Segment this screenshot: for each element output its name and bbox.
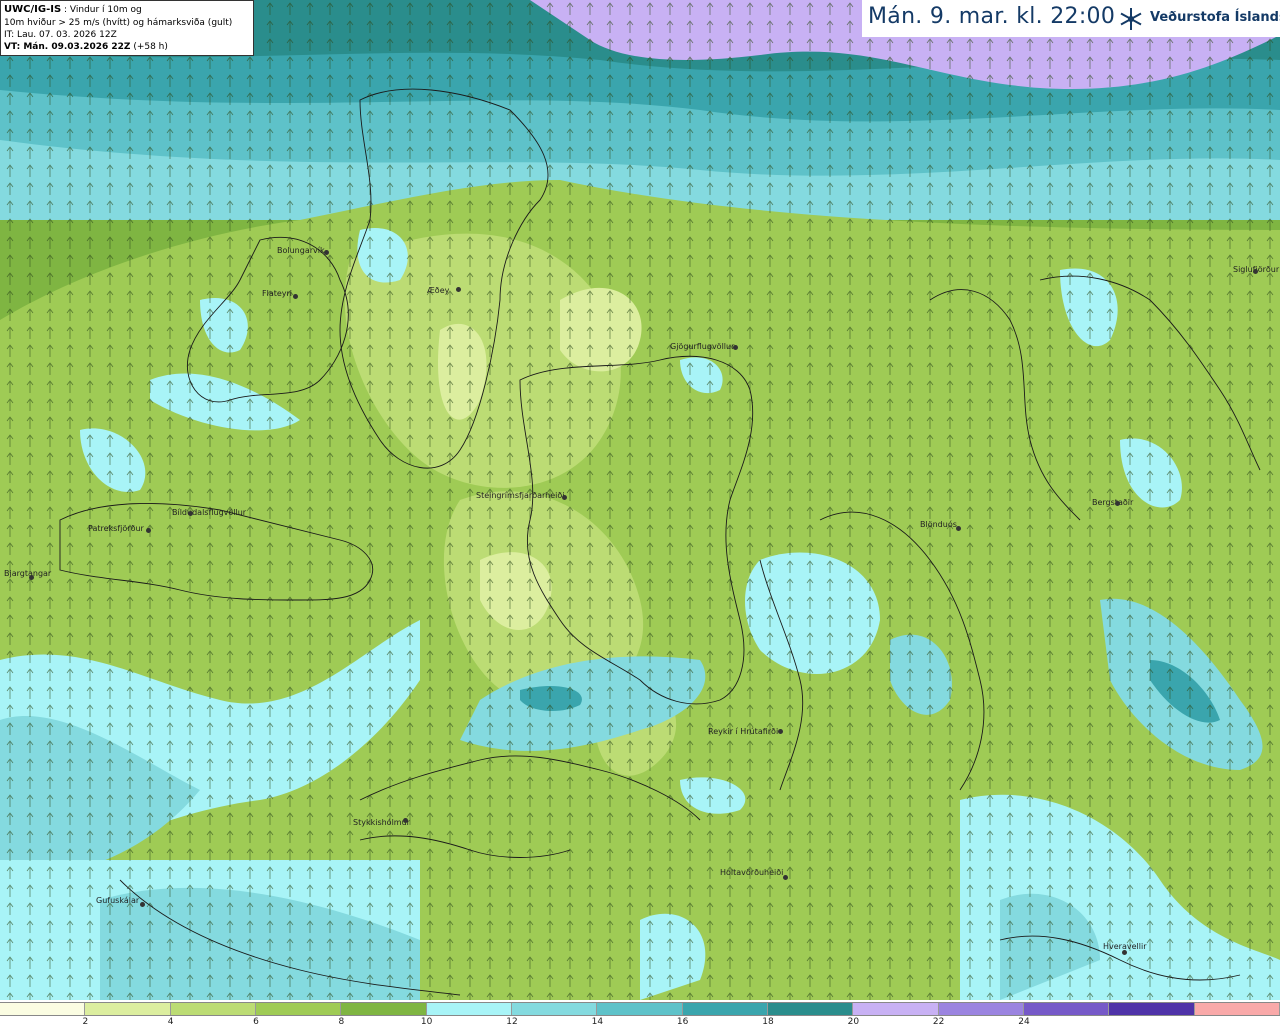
legend-swatch — [767, 1003, 854, 1015]
legend-swatch — [597, 1003, 683, 1015]
valid-time-label: VT: Mán. 09.03.2026 22Z — [4, 42, 131, 52]
place-marker — [403, 818, 408, 823]
legend-tick: 2 — [82, 1017, 89, 1027]
place-label: Stykkishólmur — [353, 818, 410, 827]
legend-swatch — [682, 1003, 768, 1015]
legend-tick: 8 — [338, 1017, 345, 1027]
place-label: Blönduós — [920, 520, 957, 529]
model-description: : Vindur í 10m og — [61, 5, 142, 15]
place-label: Steingrímsfjarðarheiði — [476, 491, 565, 500]
place-label: Patreksfjörður — [88, 524, 144, 533]
place-marker — [562, 495, 567, 500]
place-marker — [29, 575, 34, 580]
legend-swatch — [938, 1003, 1024, 1015]
legend-tick: 22 — [932, 1017, 945, 1027]
valid-time-line: VT: Mán. 09.03.2026 22Z (+58 h) — [4, 41, 250, 53]
map-title-box: Mán. 9. mar. kl. 22:00 Veðurstofa Ísland… — [862, 0, 1280, 37]
info-description-line: 10m hviður > 25 m/s (hvítt) og hámarksvi… — [4, 18, 233, 28]
place-label: Æðey — [427, 286, 450, 295]
place-label: Bíldudalsflugvöllur — [172, 508, 247, 517]
place-label: Bergstaðir — [1092, 498, 1134, 507]
initial-time-line: IT: Lau. 07. 03. 2026 12Z — [4, 30, 117, 40]
legend-tick-labels: 2 4 6 8 10 12 14 16 18 20 22 24 — [0, 1017, 1280, 1029]
valid-time-title: Mán. 9. mar. kl. 22:00 — [868, 4, 1116, 29]
place-label: Gjögurflugvöllur — [670, 342, 735, 351]
legend-swatch — [1194, 1003, 1280, 1015]
info-model-line: UWC/IG-IS : Vindur í 10m og — [4, 3, 250, 17]
valid-time-offset: (+58 h) — [130, 42, 168, 52]
legend-tick: 14 — [591, 1017, 604, 1027]
place-marker — [783, 875, 788, 880]
place-label: Bjargtangar — [4, 569, 52, 578]
legend-swatch — [170, 1003, 256, 1015]
place-marker — [146, 528, 151, 533]
place-marker — [188, 511, 193, 516]
place-marker — [293, 294, 298, 299]
legend-swatch — [1109, 1003, 1195, 1015]
forecast-info-box: UWC/IG-IS : Vindur í 10m og 10m hviður >… — [0, 0, 254, 56]
vedurstofa-logo: Veðurstofa Íslands — [1118, 6, 1280, 32]
place-marker — [733, 345, 738, 350]
legend-color-bar — [0, 1002, 1280, 1016]
place-label: Gufuskálar — [96, 896, 140, 905]
place-marker — [956, 526, 961, 531]
legend-swatch — [426, 1003, 512, 1015]
legend-swatch — [1023, 1003, 1110, 1015]
legend-tick: 4 — [167, 1017, 174, 1027]
legend-tick: 20 — [847, 1017, 860, 1027]
legend-tick: 16 — [676, 1017, 689, 1027]
place-label: Holtavörðuheiði — [720, 868, 784, 877]
legend-tick: 24 — [1018, 1017, 1030, 1027]
legend-tick: 6 — [253, 1017, 259, 1027]
model-name: UWC/IG-IS — [4, 4, 62, 15]
legend-swatch — [0, 1003, 86, 1015]
legend-swatch — [85, 1003, 171, 1015]
legend-tick: 10 — [420, 1017, 433, 1027]
snowflake-icon — [1120, 8, 1142, 30]
legend-swatch — [853, 1003, 939, 1015]
legend-tick: 12 — [506, 1017, 518, 1027]
wind-map — [0, 0, 1280, 1000]
place-marker — [324, 250, 329, 255]
place-label: Reykir í Hrútafirði — [708, 727, 779, 736]
legend-tick: 18 — [762, 1017, 774, 1027]
place-marker — [1115, 501, 1120, 506]
place-marker — [1253, 269, 1258, 274]
legend-swatch — [341, 1003, 427, 1015]
logo-text: Veðurstofa Íslands — [1150, 10, 1280, 25]
place-marker — [1122, 950, 1127, 955]
place-marker — [778, 729, 783, 734]
legend-swatch — [255, 1003, 342, 1015]
place-label: Bolungarvík — [277, 246, 325, 255]
place-marker — [140, 902, 145, 907]
place-label: Flateyri — [262, 289, 293, 298]
legend-swatch — [511, 1003, 598, 1015]
wind-speed-legend: 2 4 6 8 10 12 14 16 18 20 22 24 — [0, 1000, 1280, 1030]
place-marker — [456, 287, 461, 292]
